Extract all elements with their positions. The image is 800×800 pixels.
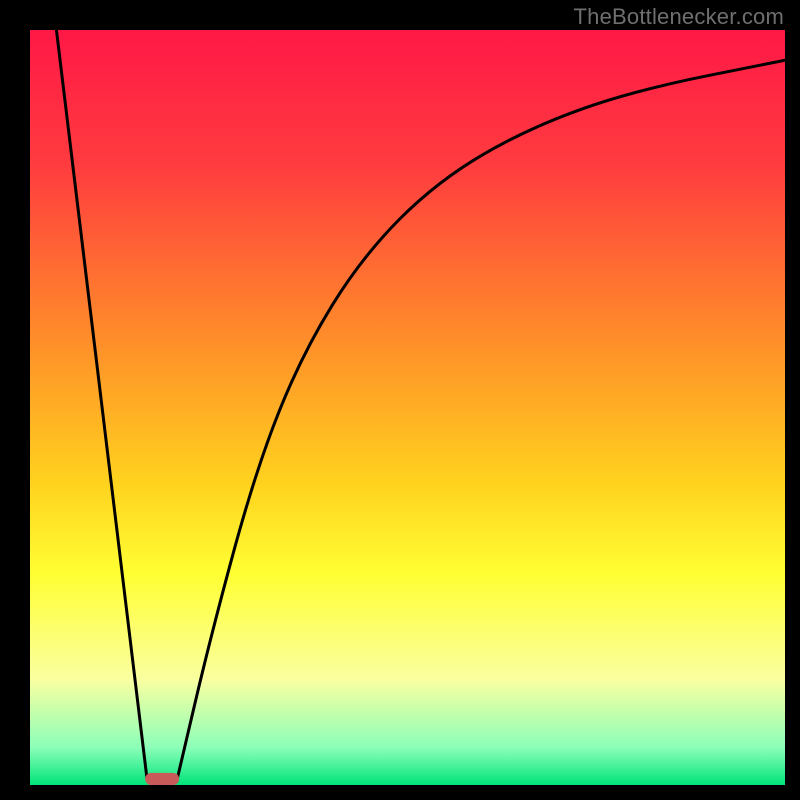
minimum-marker	[145, 773, 179, 785]
plot-area	[30, 30, 785, 785]
gradient-background	[30, 30, 785, 785]
attribution-text: TheBottlenecker.com	[574, 4, 784, 30]
chart-frame: TheBottlenecker.com	[0, 0, 800, 800]
chart-canvas	[30, 30, 785, 785]
